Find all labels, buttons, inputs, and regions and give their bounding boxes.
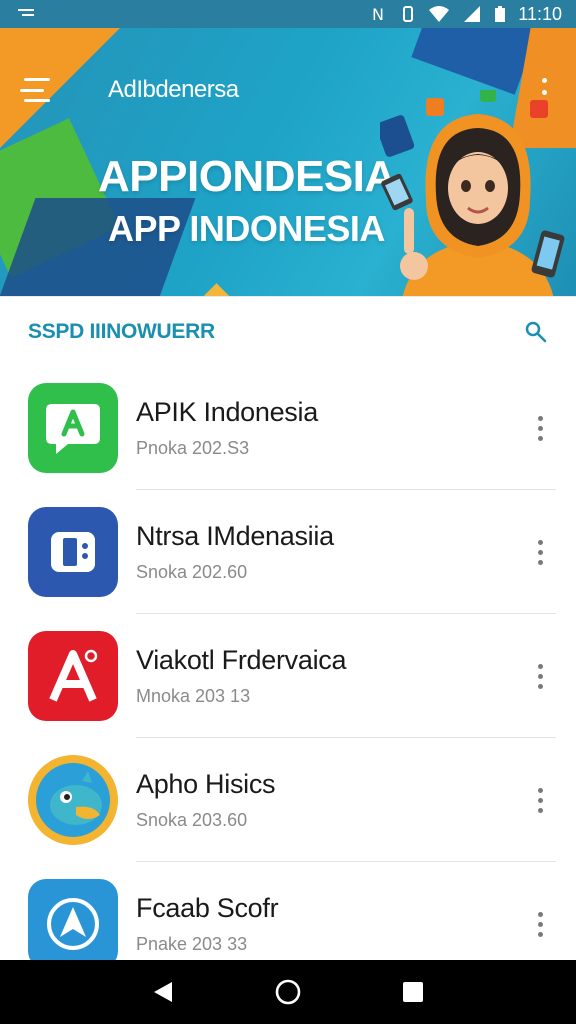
navigation-a-icon <box>28 879 118 969</box>
app-text: APIK Indonesia Pnoka 202.S3 <box>136 397 520 459</box>
chat-bubble-icon <box>28 383 118 473</box>
app-text: Fcaab Scofr Pnake 203 33 <box>136 893 520 955</box>
more-vert-icon[interactable] <box>520 656 560 696</box>
search-icon[interactable] <box>522 318 550 346</box>
status-time: 11:10 <box>518 3 562 24</box>
section-header: SSPD IIINOWUERR <box>0 296 576 366</box>
hero-banner: AdIbdenersa APPIONDESIA APP INDONESIA <box>0 28 576 296</box>
app-text: Apho Hisics Snoka 203.60 <box>136 769 520 831</box>
nav-bar <box>0 960 576 1024</box>
more-vert-icon[interactable] <box>520 532 560 572</box>
camera-app-icon <box>28 507 118 597</box>
vibrate-icon <box>403 6 414 22</box>
hero-title: APPIONDESIA <box>98 152 396 201</box>
recents-icon[interactable] <box>393 972 433 1012</box>
section-title: SSPD IIINOWUERR <box>28 319 215 343</box>
list-item[interactable]: APIK Indonesia Pnoka 202.S3 <box>0 366 576 490</box>
app-meta: Snoka 203.60 <box>136 810 248 830</box>
app-name: Viakotl Frdervaica <box>136 645 347 675</box>
letter-a-icon <box>28 631 118 721</box>
bird-icon <box>28 755 118 845</box>
status-right: N 11:10 <box>372 4 562 25</box>
app-text: Ntrsa IMdenasiia Snoka 202.60 <box>136 521 520 583</box>
app-meta: Pnoka 202.S3 <box>136 438 250 458</box>
app-meta: Snoka 202.60 <box>136 562 248 582</box>
app-name: Ntrsa IMdenasiia <box>136 521 334 551</box>
list-item[interactable]: Ntrsa IMdenasiia Snoka 202.60 <box>0 490 576 614</box>
app-text: Viakotl Frdervaica Mnoka 203 13 <box>136 645 520 707</box>
list-item[interactable]: Viakotl Frdervaica Mnoka 203 13 <box>0 614 576 738</box>
wifi-icon <box>429 6 450 22</box>
signal-icon <box>464 6 481 22</box>
nfc-icon: N <box>372 5 384 23</box>
app-name: Fcaab Scofr <box>136 893 279 923</box>
mascot-illustration <box>380 90 565 296</box>
battery-icon <box>495 6 506 22</box>
status-bar: N 11:10 <box>0 0 576 28</box>
more-vert-icon[interactable] <box>520 780 560 820</box>
menu-lines-icon <box>18 9 34 16</box>
status-left <box>18 7 36 21</box>
home-icon[interactable] <box>268 972 308 1012</box>
list-item[interactable]: Apho Hisics Snoka 203.60 <box>0 738 576 862</box>
svg-text:N: N <box>372 5 384 23</box>
more-vert-icon[interactable] <box>520 408 560 448</box>
app-list: APIK Indonesia Pnoka 202.S3 Ntrsa IMdena… <box>0 366 576 986</box>
hero-subtitle: APP INDONESIA <box>108 208 385 249</box>
app-name: APIK Indonesia <box>136 397 318 427</box>
app-meta: Mnoka 203 13 <box>136 686 251 706</box>
more-vert-icon[interactable] <box>520 904 560 944</box>
menu-icon[interactable] <box>20 78 50 102</box>
decor-shape <box>195 283 245 296</box>
app-name: Apho Hisics <box>136 769 276 799</box>
brand-logo: AdIbdenersa <box>108 76 239 103</box>
app-meta: Pnake 203 33 <box>136 934 248 954</box>
back-icon[interactable] <box>143 972 183 1012</box>
